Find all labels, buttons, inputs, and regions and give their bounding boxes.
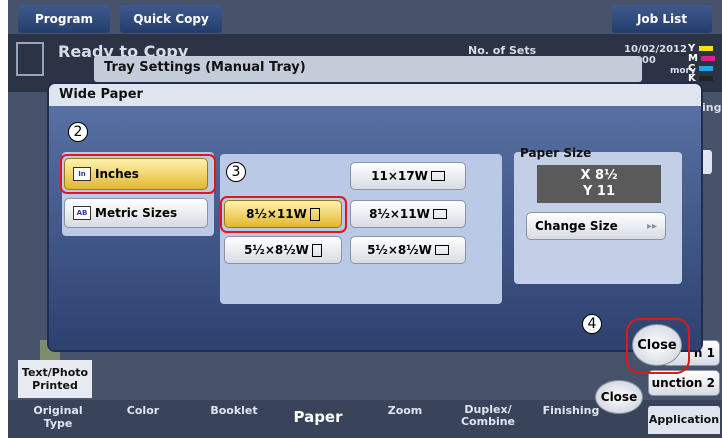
size-button-11x17w[interactable]: 11×17W: [350, 162, 466, 190]
wide-paper-dialog-titlebar: Wide Paper: [49, 84, 701, 106]
wide-paper-title: Wide Paper: [59, 87, 143, 102]
tab-zoom[interactable]: Zoom: [380, 404, 430, 417]
forward-arrows-icon: ▸▸: [646, 220, 657, 232]
portrait-icon: [311, 243, 322, 257]
close-button-back[interactable]: Close: [595, 380, 643, 414]
highlight-ring-size: [220, 196, 347, 233]
landscape-icon: [434, 245, 449, 255]
toner-indicator: Y M C K: [688, 44, 716, 84]
tab-color[interactable]: Color: [118, 404, 168, 417]
size-label: 11×17W: [371, 169, 428, 183]
metric-label: Metric Sizes: [95, 206, 178, 220]
tab-booklet[interactable]: Booklet: [204, 404, 264, 417]
size-label: 5½×8½W: [367, 243, 432, 257]
size-button-5-5x8-5w-portrait[interactable]: 5½×8½W: [224, 236, 342, 264]
tab-duplex-combine[interactable]: Duplex/ Combine: [458, 404, 518, 428]
tab-original-type[interactable]: Original Type: [18, 404, 98, 430]
change-size-button[interactable]: Change Size ▸▸: [526, 212, 666, 240]
paper-size-header: Paper Size: [520, 146, 592, 160]
size-label: 5½×8½W: [244, 243, 309, 257]
paper-size-x: X 8½: [580, 168, 618, 183]
highlight-ring-inches: [60, 154, 216, 194]
tab-application[interactable]: Application: [648, 406, 720, 434]
copier-screen: Program Quick Copy Job List Ready to Cop…: [8, 0, 722, 438]
paper-size-readout: X 8½ Y 11: [537, 165, 661, 203]
metric-sizes-button[interactable]: AB Metric Sizes: [64, 198, 208, 228]
tab-quick-copy[interactable]: Quick Copy: [120, 5, 222, 33]
step-marker-2: 2: [68, 122, 88, 142]
highlight-ring-close: [626, 318, 690, 374]
metric-icon: AB: [73, 206, 91, 220]
size-button-8-5x11w-landscape[interactable]: 8½×11W: [350, 200, 466, 228]
tab-job-list[interactable]: Job List: [612, 5, 712, 33]
landscape-icon: [430, 171, 445, 181]
step-marker-3: 3: [226, 162, 246, 182]
tray-settings-title: Tray Settings (Manual Tray): [104, 60, 306, 75]
text-photo-label[interactable]: Text/Photo Printed: [18, 360, 92, 398]
side-label-ing: ing: [702, 101, 722, 114]
change-size-label: Change Size: [535, 219, 618, 233]
size-label: 8½×11W: [369, 207, 430, 221]
paper-size-y: Y 11: [582, 184, 616, 199]
tab-paper[interactable]: Paper: [288, 408, 348, 426]
tray-settings-dialog-header: Tray Settings (Manual Tray): [94, 56, 642, 82]
copy-icon: [16, 42, 44, 76]
tab-program[interactable]: Program: [18, 5, 110, 33]
step-marker-4: 4: [582, 314, 602, 334]
tab-finishing[interactable]: Finishing: [536, 404, 606, 417]
size-button-5-5x8-5w-landscape[interactable]: 5½×8½W: [350, 236, 466, 264]
landscape-icon: [432, 209, 447, 219]
